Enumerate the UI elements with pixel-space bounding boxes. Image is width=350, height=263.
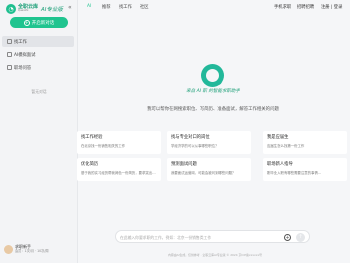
recent-empty-label: 暂无对话 [31,89,47,94]
brand[interactable]: ◔ 全职云库 Quanzhi AI专业版 [6,3,63,15]
login-register-link[interactable]: 注册 | 登录 [321,4,342,10]
suggestion-card[interactable]: 找与专业对口的岗位 学经济学的可以从事哪些职位？ [167,131,251,154]
sidebar-item-mock-interview[interactable]: AI模拟面试 [2,49,74,60]
hero-title: 来自 AI 职 的智能求职助手 [186,89,240,94]
new-chat-label: 开启新对话 [31,20,55,26]
sidebar-item-label: AI模拟面试 [14,52,36,58]
card-desc: 刚毕业入职有哪些需要注意的事情… [267,171,322,175]
plus-icon: + [23,19,30,26]
tab-recommend[interactable]: 推荐 [102,4,111,10]
user-profile[interactable]: 求职新手 会员：1次/月 · 10次/周 [4,244,49,254]
assistant-logo-icon [201,64,224,87]
card-desc: 学经济学的可以从事哪些职位？ [171,144,219,148]
card-title: 预测面试问题 [171,162,197,167]
suggestion-card[interactable]: 找工作经验 在北京找一份销售相关的工作 [77,131,161,154]
card-title: 我是应届生 [267,135,289,140]
hero-subtitle: 我可以帮你在网搜索职位、写简历、准备面试，解答工作相关的问题 [147,107,279,112]
suggestion-card[interactable]: 职场新人指导 刚毕业入职有哪些需要注意的事情… [263,158,347,181]
avatar [4,244,13,254]
card-desc: 在北京找一份销售相关的工作 [81,144,126,148]
briefcase-icon [7,39,12,44]
sidebar-item-career-qa[interactable]: 职场问答 [2,62,74,73]
collapse-sidebar-icon[interactable]: « [68,4,72,11]
card-title: 找与专业对口的岗位 [171,135,210,140]
card-title: 优化简历 [81,162,99,167]
interview-icon [7,52,12,57]
attach-icon[interactable]: + [284,234,291,241]
suggestion-card[interactable]: 我是应届生 应届生怎么找第一份工作 [263,131,347,154]
brand-ai-label: AI专业版 [41,7,63,13]
card-desc: 应届生怎么找第一份工作 [267,144,305,148]
user-quota: 会员：1次/月 · 10次/周 [15,249,49,253]
sidebar-item-label: 职场问答 [14,65,32,71]
tab-find-job[interactable]: 找工作 [119,4,132,10]
card-desc: 我要面试运营岗，可能会被问到哪些问题？ [171,171,236,175]
recruit-link[interactable]: 招聘招聘 [297,4,314,10]
send-button[interactable]: ↑ [296,233,305,242]
card-desc: 基于我的实习经历帮我润色一份简历，要求突出成果… [81,171,157,175]
sidebar: ◔ 全职云库 Quanzhi AI专业版 « + 开启新对话 找工作 AI模拟面… [0,0,78,263]
brand-logo-icon: ◔ [6,4,16,14]
suggestion-card[interactable]: 优化简历 基于我的实习经历帮我润色一份简历，要求突出成果… [77,158,161,181]
sidebar-item-label: 找工作 [14,39,27,45]
chat-icon [7,65,12,70]
sidebar-item-find-job[interactable]: 找工作 [2,36,74,47]
new-chat-button[interactable]: + 开启新对话 [10,17,68,28]
mobile-job-link[interactable]: 手机求职 [274,4,291,10]
card-title: 职场新人指导 [267,162,293,167]
chat-input[interactable] [120,232,280,243]
tab-community[interactable]: 社区 [140,4,149,10]
card-title: 找工作经验 [81,135,103,140]
tab-ai[interactable]: AI [87,4,91,9]
brand-sub: Quanzhi [18,9,29,12]
chat-input-box: + ↑ [115,230,310,243]
footer-disclaimer: 内容由AI生成，仅供参考 · 全职云库AI专业版 © 2024 京ICP备xxx… [167,253,263,257]
suggestion-card[interactable]: 预测面试问题 我要面试运营岗，可能会被问到哪些问题？ [167,158,251,181]
top-bar: AI 推荐 找工作 社区 手机求职 招聘招聘 注册 | 登录 [78,0,350,15]
